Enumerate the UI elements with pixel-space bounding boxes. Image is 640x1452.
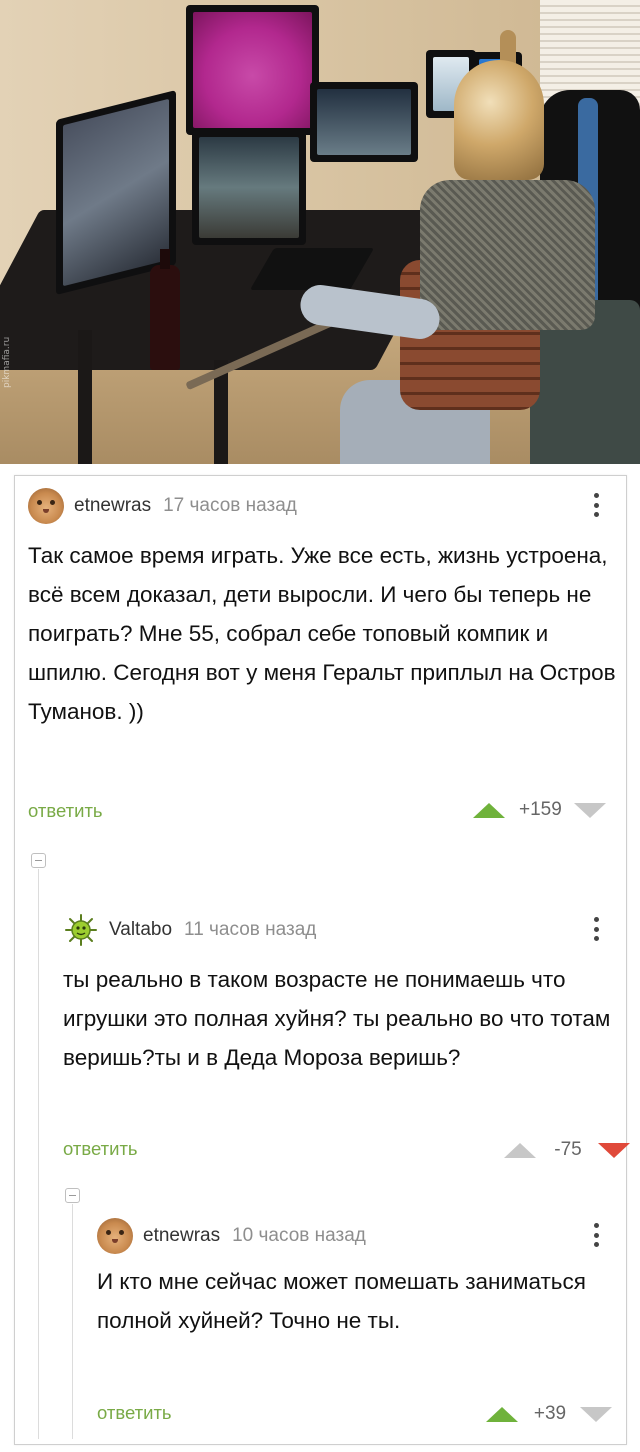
reply-button[interactable]: ответить [97,1402,172,1424]
comment-score: +39 [533,1403,567,1424]
comment-score: -75 [554,1139,582,1160]
more-options-icon[interactable] [586,490,606,520]
monitor-center [192,130,306,245]
helmet [454,60,544,180]
upvote-icon[interactable] [504,1142,536,1158]
upvote-icon[interactable] [473,802,505,818]
comment-author[interactable]: Valtabo [109,919,172,941]
collapse-thread-button[interactable] [31,853,46,868]
wine-bottle [150,249,180,370]
comments-section: etnewras 17 часов назад Так самое время … [14,475,630,1445]
collapse-thread-button[interactable] [65,1188,80,1203]
avatar[interactable] [63,912,99,948]
comment-text: И кто мне сейчас может помешать занимать… [97,1269,586,1333]
comment-time[interactable]: 10 часов назад [232,1225,366,1247]
comment: etnewras 17 часов назад Так самое время … [15,476,628,896]
downvote-icon[interactable] [573,802,606,818]
comment-author[interactable]: etnewras [74,495,151,517]
comment-author[interactable]: etnewras [143,1225,220,1247]
avatar[interactable] [97,1218,133,1254]
comment-header: Valtabo 11 часов назад [63,910,316,950]
upvote-icon[interactable] [486,1406,518,1422]
comment-header: etnewras 10 часов назад [97,1216,366,1256]
downvote-icon[interactable] [580,1406,612,1422]
vote-controls: -75 [504,1138,630,1162]
more-options-icon[interactable] [586,1220,606,1250]
comment-text: Так самое время играть. Уже все есть, жи… [28,543,616,724]
reply-button[interactable]: ответить [63,1138,138,1160]
comment: etnewras 10 часов назад И кто мне сейчас… [97,1212,628,1442]
comment-header: etnewras 17 часов назад [28,486,297,526]
desk-leg [78,330,92,464]
post-photo: pikmafia.ru [0,0,640,464]
monitor-top [186,5,319,135]
comment: Valtabo 11 часов назад ты реально в тако… [63,901,630,1171]
comment-time[interactable]: 17 часов назад [163,495,297,517]
chainmail [420,180,595,330]
thread-line [38,869,39,1439]
monitor-right [310,82,418,162]
vote-controls: +159 [473,798,606,822]
reply-button[interactable]: ответить [28,800,103,822]
downvote-icon[interactable] [598,1142,630,1158]
thread-line [72,1204,73,1439]
avatar[interactable] [28,488,64,524]
more-options-icon[interactable] [586,914,606,944]
comment-text: ты реально в таком возрасте не понимаешь… [63,967,611,1070]
comment-time[interactable]: 11 часов назад [184,919,316,941]
vote-controls: +39 [486,1402,612,1426]
watermark: pikmafia.ru [2,336,12,388]
virus-avatar-icon [65,914,97,946]
comment-score: +159 [519,799,562,820]
